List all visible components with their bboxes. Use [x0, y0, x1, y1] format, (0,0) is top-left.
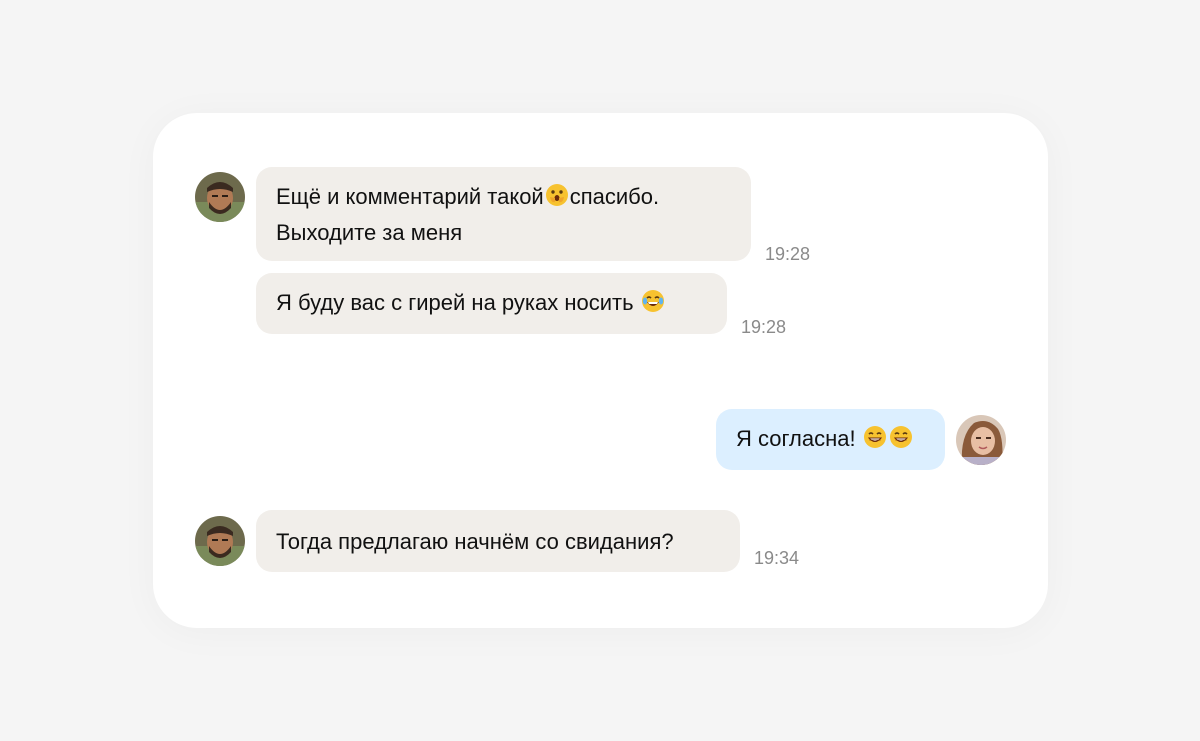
- grinning-face-emoji-icon: [863, 425, 887, 458]
- message-text-part: Выходите за меня: [276, 219, 463, 245]
- chat-card: Ещё и комментарий такой спасибо. Выходите …: [153, 113, 1048, 628]
- message-text-part: Я согласна!: [736, 425, 856, 451]
- message-time: 19:28: [765, 244, 811, 264]
- receiver-avatar[interactable]: [956, 415, 1006, 465]
- face-with-hand-over-mouth-emoji-icon: [545, 183, 569, 216]
- message-text-part: Я буду вас с гирей на руках носить: [276, 289, 634, 315]
- message-bubble-2[interactable]: Я буду вас с гирей на руках носить: [256, 273, 727, 334]
- message-bubble-4[interactable]: Тогда предлагаю начнём со свидания?: [256, 510, 740, 572]
- message-time: 19:28: [741, 317, 787, 337]
- message-text-part: спасибо.: [569, 183, 660, 209]
- message-text: Тогда предлагаю начнём со свидания?: [276, 528, 674, 554]
- message-time: 19:34: [754, 548, 800, 568]
- message-text-part: Ещё и комментарий такой: [276, 183, 544, 209]
- message-bubble-3[interactable]: Я согласна!: [716, 409, 945, 470]
- man-avatar-icon: [195, 516, 245, 566]
- woman-avatar-icon: [956, 415, 1006, 465]
- grinning-face-emoji-icon: [889, 425, 913, 458]
- man-avatar-icon: [195, 172, 245, 222]
- sender-avatar[interactable]: [195, 172, 245, 222]
- message-text: Я согласна!: [736, 422, 914, 458]
- message-text: Ещё и комментарий такой спасибо. Выходите …: [276, 180, 659, 249]
- sender-avatar[interactable]: [195, 516, 245, 566]
- message-text: Я буду вас с гирей на руках носить: [276, 286, 666, 322]
- tears-of-joy-emoji-icon: [641, 289, 665, 322]
- message-bubble-1[interactable]: Ещё и комментарий такой спасибо. Выходите …: [256, 167, 751, 261]
